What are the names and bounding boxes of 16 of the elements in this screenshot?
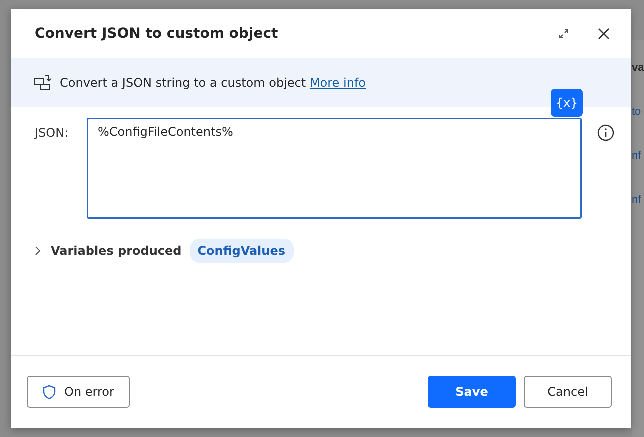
more-info-link[interactable]: More info (310, 76, 366, 90)
variable-button[interactable]: {x} (551, 89, 583, 117)
cancel-button[interactable]: Cancel (524, 376, 612, 408)
background-heading: va (632, 62, 644, 74)
on-error-button[interactable]: On error (27, 376, 130, 408)
variable-chip[interactable]: ConfigValues (190, 239, 294, 263)
save-button[interactable]: Save (428, 376, 516, 408)
info-icon[interactable] (597, 124, 615, 142)
description-text: Convert a JSON string to a custom object More info (60, 76, 366, 90)
field-label: JSON: (35, 125, 70, 142)
shield-icon (42, 384, 56, 400)
dialog-title: Convert JSON to custom object (35, 26, 280, 42)
convert-icon (34, 74, 52, 90)
chevron-icon[interactable] (33, 246, 43, 256)
variables-label[interactable]: Variables produced (51, 244, 182, 258)
input-field[interactable]: %ConfigFileContents% (87, 118, 582, 219)
